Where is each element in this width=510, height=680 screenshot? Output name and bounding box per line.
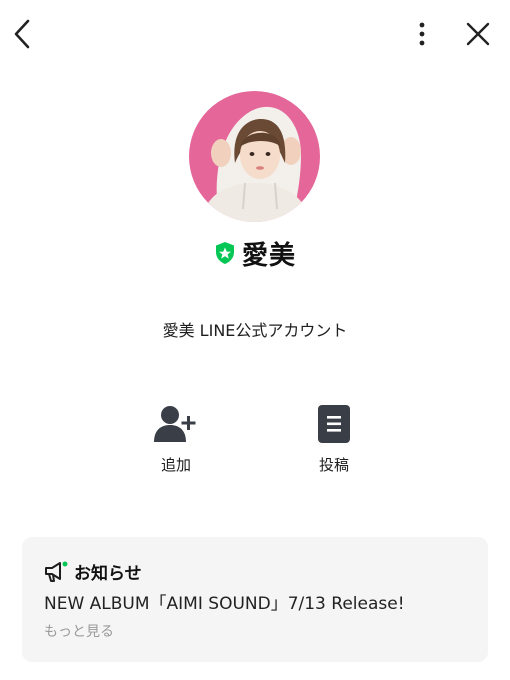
vertical-dots-icon bbox=[419, 22, 425, 46]
back-button[interactable] bbox=[6, 14, 38, 54]
more-options-button[interactable] bbox=[408, 16, 436, 52]
profile-name-row: 愛美 bbox=[0, 233, 510, 273]
close-icon bbox=[466, 22, 490, 46]
profile-page: 愛美 愛美 LINE公式アカウント 追加 投稿 お知らせ NEW ALBUM「A… bbox=[0, 0, 510, 680]
profile-description: 愛美 LINE公式アカウント bbox=[162, 321, 348, 340]
notice-card[interactable]: お知らせ NEW ALBUM「AIMI SOUND」7/13 Release! … bbox=[22, 537, 488, 662]
posts-label: 投稿 bbox=[318, 456, 349, 474]
verified-shield-icon bbox=[214, 241, 236, 265]
add-friend-button[interactable]: 追加 bbox=[131, 403, 221, 475]
close-button[interactable] bbox=[460, 16, 496, 52]
chevron-left-icon bbox=[14, 19, 30, 49]
notice-title: お知らせ bbox=[74, 564, 142, 584]
post-document-icon bbox=[311, 403, 357, 445]
posts-button[interactable]: 投稿 bbox=[289, 403, 379, 475]
avatar[interactable] bbox=[189, 91, 320, 222]
avatar-image bbox=[189, 91, 320, 222]
add-friend-label: 追加 bbox=[160, 456, 191, 474]
notice-body: NEW ALBUM「AIMI SOUND」7/13 Release! bbox=[44, 594, 405, 614]
add-friend-icon bbox=[153, 403, 199, 445]
notice-header: お知らせ bbox=[44, 559, 142, 584]
megaphone-icon bbox=[45, 561, 68, 582]
notice-more-link[interactable]: もっと見る bbox=[44, 621, 114, 641]
profile-name: 愛美 bbox=[241, 240, 296, 271]
